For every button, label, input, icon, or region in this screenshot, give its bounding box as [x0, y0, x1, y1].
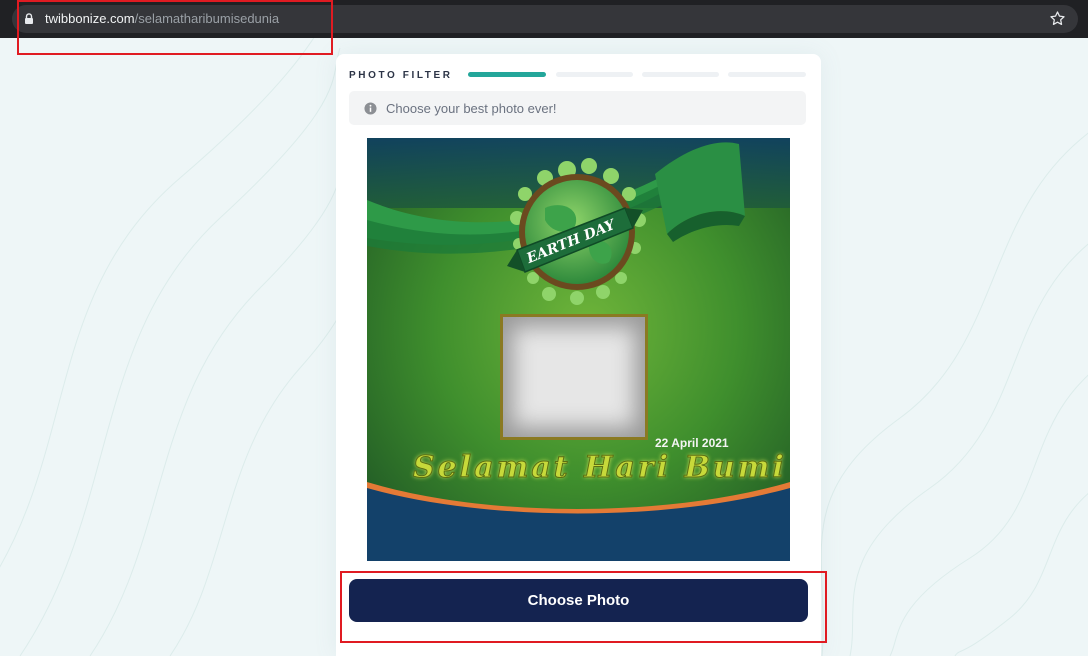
step-progress-1	[468, 72, 546, 77]
step-progress-4	[728, 72, 806, 77]
bookmark-star-icon[interactable]	[1049, 10, 1066, 27]
url-highlight-box	[17, 0, 333, 55]
step-progress-2	[556, 72, 633, 77]
frame-date: 22 April 2021	[655, 436, 729, 450]
step-progress-3	[642, 72, 719, 77]
info-banner: Choose your best photo ever!	[349, 91, 806, 125]
info-text: Choose your best photo ever!	[386, 101, 557, 116]
photo-placeholder	[500, 314, 648, 440]
step-label: PHOTO FILTER	[349, 70, 453, 81]
info-icon	[364, 102, 377, 115]
button-highlight-box	[340, 571, 827, 643]
twibbon-frame-preview: EARTH DAY 22 April 2021 Selamat Hari Bum…	[367, 138, 790, 561]
frame-greeting: Selamat Hari Bumi	[413, 450, 787, 486]
twibbon-card: PHOTO FILTER Choose your best photo ever…	[336, 54, 821, 656]
